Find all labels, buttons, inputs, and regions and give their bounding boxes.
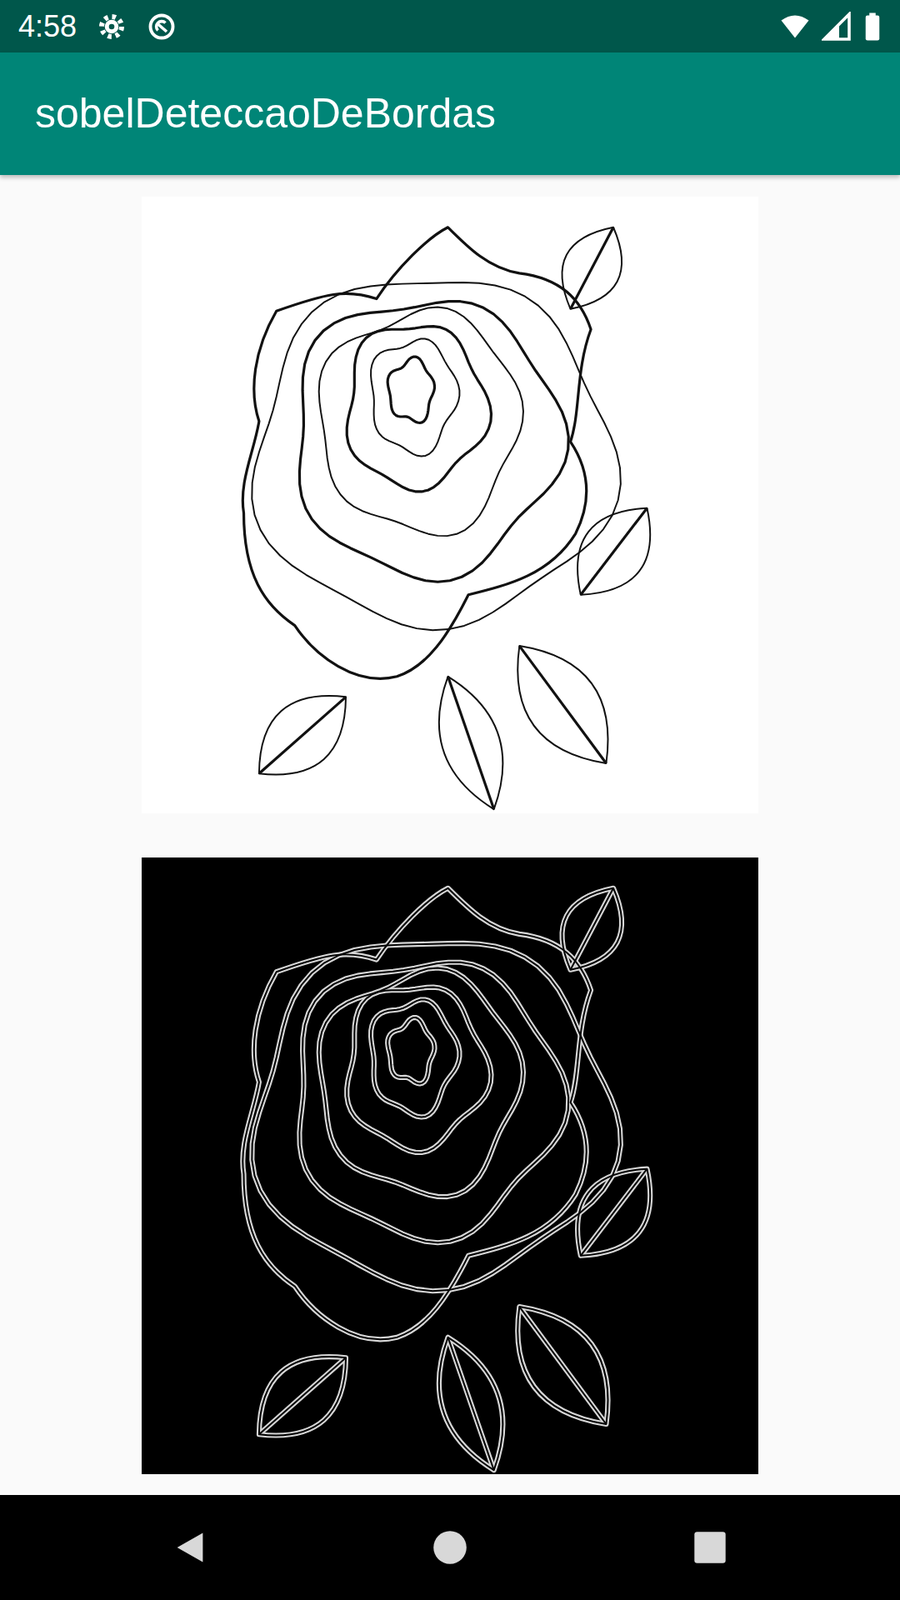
- screen: 4:58 sobelDeteccaoDeBordas: [0, 0, 900, 1600]
- app-title: sobelDeteccaoDeBordas: [35, 87, 496, 140]
- content: [0, 175, 900, 1495]
- sync-icon: [146, 11, 177, 42]
- status-time: 4:58: [18, 8, 77, 45]
- rose-edges-icon: [141, 857, 759, 1475]
- recents-icon[interactable]: [691, 1529, 729, 1566]
- gear-icon: [96, 11, 127, 42]
- rose-original-icon: [141, 196, 759, 814]
- edge-image: [141, 857, 759, 1475]
- original-image: [141, 196, 759, 814]
- home-icon[interactable]: [431, 1529, 469, 1566]
- battery-icon: [863, 11, 882, 42]
- wifi-icon: [780, 11, 810, 42]
- signal-icon: [821, 11, 852, 42]
- back-icon[interactable]: [171, 1529, 209, 1566]
- app-bar: sobelDeteccaoDeBordas: [0, 52, 900, 175]
- status-bar: 4:58: [0, 0, 900, 53]
- nav-bar: [0, 1495, 900, 1600]
